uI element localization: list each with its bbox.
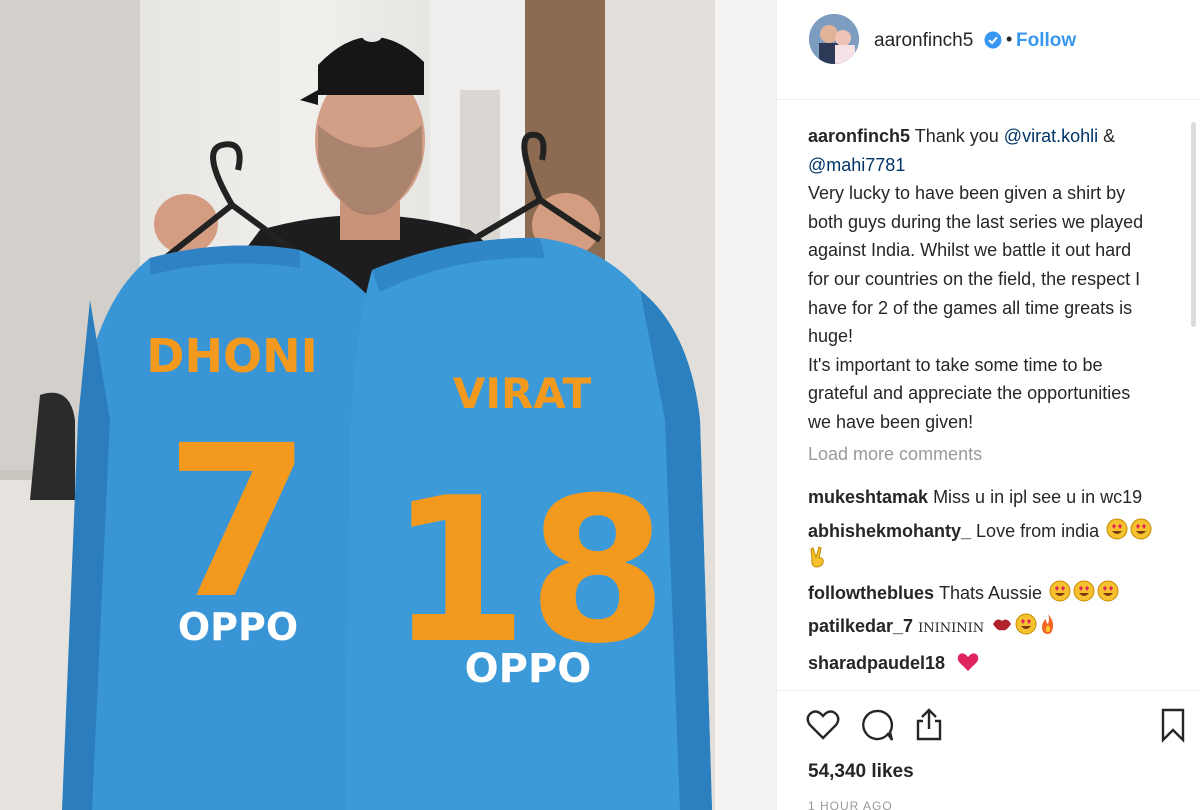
post-timestamp: 1 HOUR AGO [808, 799, 893, 810]
heart-eyes-emoji-icon [1015, 613, 1037, 635]
comment-username[interactable]: mukeshtamak [808, 487, 928, 507]
list-item: patilkedar_7 ININININ [808, 612, 1193, 644]
caption-username[interactable]: aaronfinch5 [808, 126, 910, 146]
post-side-panel: aaronfinch5 • Follow aaronfinch5 Thank y… [776, 0, 1200, 810]
avatar[interactable] [809, 14, 859, 64]
heart-eyes-emoji-icon [1130, 518, 1152, 539]
mention-link[interactable]: @virat.kohli [1004, 126, 1098, 146]
caption-line: against India. Whilst we battle it out h… [808, 240, 1132, 261]
comment-icon[interactable] [859, 707, 895, 743]
heart-eyes-emoji-icon [1106, 518, 1128, 539]
post-header: aaronfinch5 • Follow [777, 0, 1200, 100]
comment-username[interactable]: abhishekmohanty_ [808, 521, 971, 541]
comment-list: mukeshtamak Miss u in ipl see u in wc19 a… [808, 483, 1193, 682]
heart-eyes-emoji-icon [1049, 580, 1071, 601]
caption-line: grateful and appreciate the opportunitie… [808, 383, 1131, 404]
fire-emoji-icon [1042, 614, 1054, 634]
left-jersey-name: DHONI [146, 329, 317, 383]
photo-illustration: DHONI 7 OPPO VIRAT 18 OPPO [0, 0, 776, 810]
comment-text: Thats Aussie [939, 582, 1043, 603]
post-actions: 54,340 likes 1 HOUR AGO [777, 690, 1200, 810]
mention-link[interactable]: @mahi7781 [808, 151, 1188, 180]
victory-hand-emoji-icon [810, 546, 824, 568]
caption-amp: & [1103, 126, 1116, 146]
caption-line: both guys during the last series we play… [808, 211, 1144, 232]
heart-eyes-emoji-icon [1097, 580, 1119, 601]
caption-line: have for 2 of the games all time greats … [808, 297, 1133, 318]
caption-line: It's important to take some time to be [808, 354, 1103, 375]
follow-button[interactable]: Follow [1016, 30, 1076, 52]
lips-emoji-icon [993, 619, 1012, 631]
list-item: sharadpaudel18 [808, 649, 1193, 678]
comment-text: Miss u in ipl see u in wc19 [933, 487, 1143, 507]
left-jersey-sponsor: OPPO [178, 605, 298, 649]
bookmark-icon[interactable] [1155, 707, 1191, 743]
separator-dot: • [1006, 29, 1013, 49]
heart-icon[interactable] [805, 707, 841, 743]
list-item: abhishekmohanty_ Love from india [808, 517, 1193, 574]
load-more-comments-button[interactable]: Load more comments [808, 444, 982, 465]
comment-text: Love from india [976, 520, 1100, 541]
right-jersey-name: VIRAT [453, 369, 592, 418]
verified-badge-icon [984, 31, 1002, 49]
scrollbar[interactable] [1191, 122, 1196, 327]
avatar-photo-icon [809, 14, 859, 64]
comment-username[interactable]: patilkedar_7 [808, 616, 913, 636]
caption-line: Very lucky to have been given a shirt by [808, 183, 1126, 204]
post-photo[interactable]: DHONI 7 OPPO VIRAT 18 OPPO [0, 0, 776, 810]
comment-username[interactable]: sharadpaudel18 [808, 653, 945, 673]
comment-username[interactable]: followtheblues [808, 583, 934, 603]
list-item: followtheblues Thats Aussie [808, 579, 1193, 608]
post-username[interactable]: aaronfinch5 [874, 30, 973, 52]
likes-count[interactable]: 54,340 likes [808, 761, 914, 783]
caption-line: we have been given! [808, 411, 974, 432]
caption-line: huge! [808, 326, 854, 347]
red-heart-icon [957, 652, 979, 671]
share-icon[interactable] [911, 707, 947, 743]
caption: aaronfinch5 Thank you @virat.kohli & @ma… [808, 122, 1188, 437]
comment-text: ININININ [918, 621, 985, 636]
right-jersey-sponsor: OPPO [465, 646, 592, 692]
list-item: mukeshtamak Miss u in ipl see u in wc19 [808, 483, 1193, 512]
caption-intro: Thank you [914, 126, 999, 146]
heart-eyes-emoji-icon [1073, 580, 1095, 601]
caption-line: for our countries on the field, the resp… [808, 268, 1141, 289]
